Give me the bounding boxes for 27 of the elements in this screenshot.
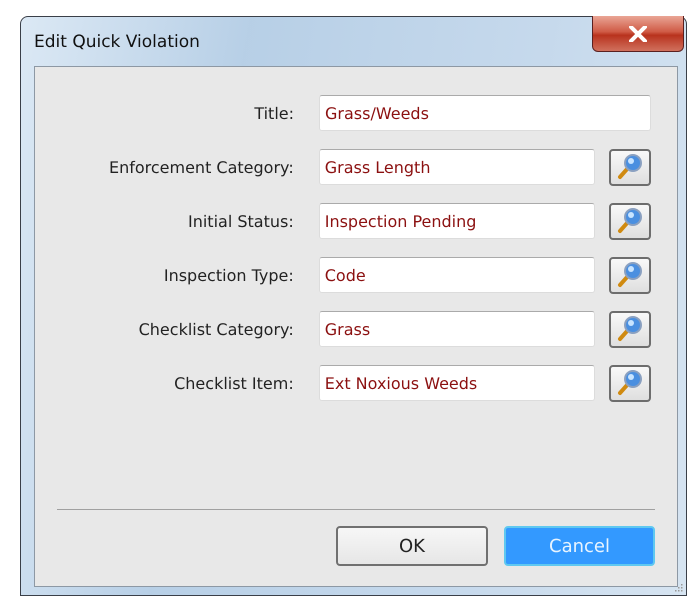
magnifier-icon xyxy=(616,153,644,181)
ok-button[interactable]: OK xyxy=(336,526,488,566)
magnifier-icon xyxy=(616,315,644,343)
lookup-button[interactable] xyxy=(608,364,651,402)
text-field[interactable]: Grass xyxy=(318,311,594,347)
magnifier-icon xyxy=(616,261,644,289)
resize-grip-icon[interactable] xyxy=(673,582,683,592)
window-title: Edit Quick Violation xyxy=(34,32,200,52)
field-label: Checklist Item: xyxy=(173,374,294,392)
text-field[interactable]: Grass/Weeds xyxy=(319,95,651,131)
field-label: Title: xyxy=(253,104,294,122)
magnifier-icon xyxy=(616,207,644,235)
magnifier-icon xyxy=(616,369,644,397)
field-label: Initial Status: xyxy=(187,212,294,230)
text-field[interactable]: Code xyxy=(318,257,594,293)
field-label: Enforcement Category: xyxy=(108,158,294,176)
text-field[interactable]: Grass Length xyxy=(318,149,594,185)
lookup-button[interactable] xyxy=(608,256,651,294)
text-field[interactable]: Ext Noxious Weeds xyxy=(318,365,594,401)
close-button[interactable] xyxy=(592,16,684,52)
lookup-button[interactable] xyxy=(608,310,651,348)
lookup-button[interactable] xyxy=(608,148,651,186)
field-label: Inspection Type: xyxy=(162,266,294,284)
close-icon xyxy=(629,26,647,42)
text-field[interactable]: Inspection Pending xyxy=(318,203,594,239)
field-label: Checklist Category: xyxy=(138,320,294,338)
lookup-button[interactable] xyxy=(608,202,651,240)
